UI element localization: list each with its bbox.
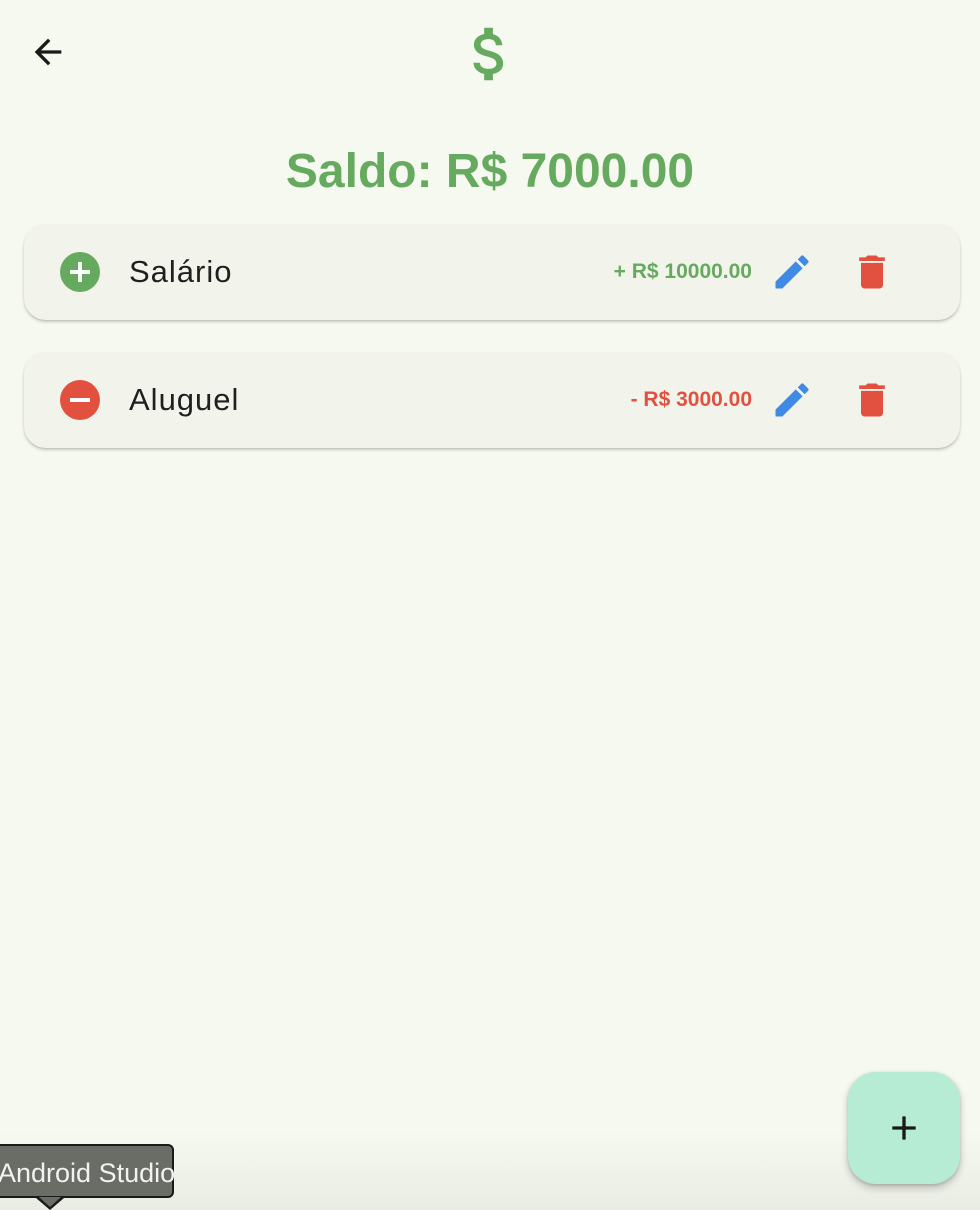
back-button[interactable]: [24, 28, 72, 76]
trash-icon: [859, 255, 885, 289]
transaction-card[interactable]: Aluguel - R$ 3000.00: [24, 352, 960, 448]
transaction-card[interactable]: Salário + R$ 10000.00: [24, 224, 960, 320]
delete-button[interactable]: [848, 376, 896, 424]
transaction-amount: + R$ 10000.00: [613, 260, 752, 283]
transaction-title: Salário: [129, 254, 233, 289]
remove-circle-icon: [60, 380, 100, 420]
tooltip: Android Studio: [0, 1144, 176, 1198]
plus-icon: [892, 1116, 916, 1140]
transaction-amount: - R$ 3000.00: [630, 388, 752, 411]
pencil-icon: [775, 383, 809, 417]
trash-icon: [859, 383, 885, 417]
tooltip-text: Android Studio: [0, 1158, 176, 1188]
delete-button[interactable]: [848, 248, 896, 296]
transaction-title: Aluguel: [129, 382, 240, 417]
dollar-sign-icon: [450, 14, 530, 94]
add-transaction-fab[interactable]: [848, 1072, 960, 1184]
pencil-icon: [775, 255, 809, 289]
app-bar: [0, 0, 980, 108]
edit-button[interactable]: [768, 248, 816, 296]
edit-button[interactable]: [768, 376, 816, 424]
add-circle-icon: [60, 252, 100, 292]
balance-text: Saldo: R$ 7000.00: [285, 145, 695, 198]
arrow-back-icon: [34, 38, 62, 66]
tooltip-arrow-fill: [39, 1197, 61, 1207]
